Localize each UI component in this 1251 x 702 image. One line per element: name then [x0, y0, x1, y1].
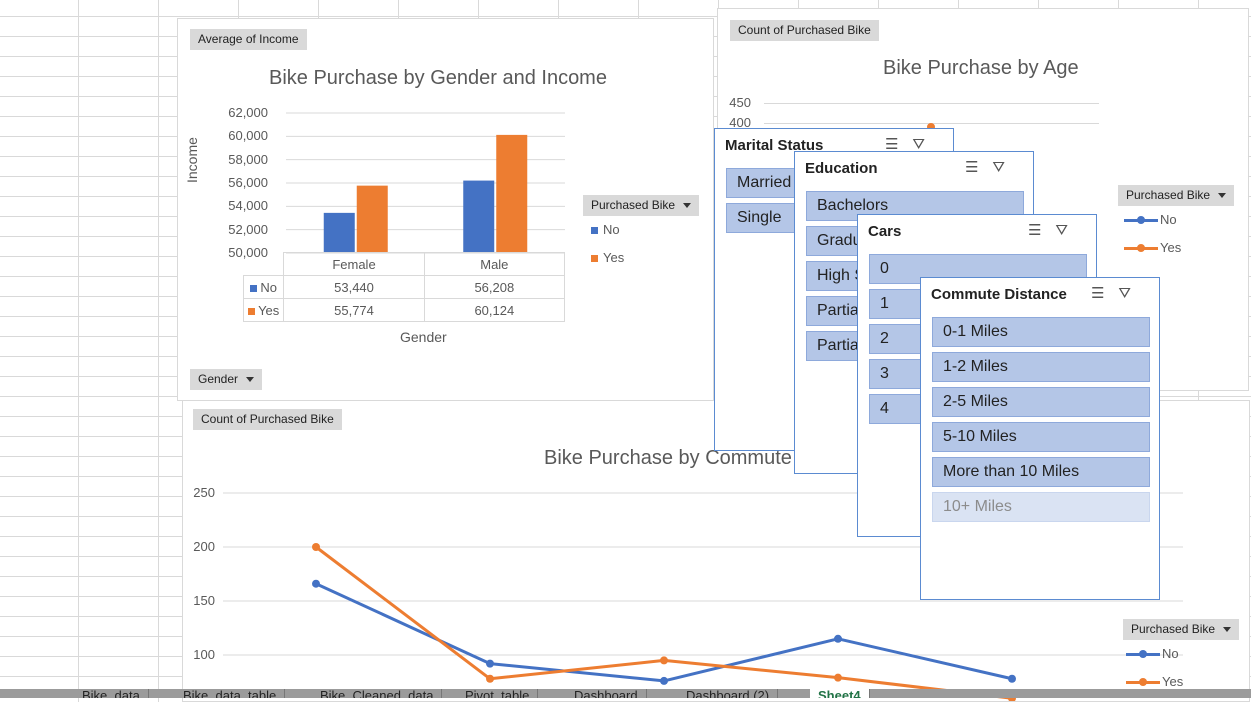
series-line-no: [315, 582, 1013, 683]
legend-button-label: Purchased Bike: [1131, 622, 1216, 636]
commute-distance-slicer[interactable]: Commute Distance ☰⛛ 0-1 Miles 1-2 Miles …: [920, 277, 1160, 600]
legend-label: No: [603, 222, 620, 237]
slicer-title: Cars: [868, 223, 902, 240]
legend-label: No: [1160, 212, 1177, 227]
gender-axis-button[interactable]: Gender: [190, 369, 263, 390]
data-point-yes: [834, 673, 842, 682]
chevron-down-icon: [1223, 627, 1232, 633]
tab-bike-data[interactable]: Bike_data: [74, 689, 149, 698]
slicer-item-10-plus-miles[interactable]: 10+ Miles: [932, 492, 1150, 522]
data-point-yes: [660, 656, 668, 665]
legend-item-no: No: [1124, 212, 1177, 227]
purchased-bike-legend-button[interactable]: Purchased Bike: [583, 195, 700, 216]
tab-dashboard-2[interactable]: Dashboard (2): [678, 689, 779, 698]
legend-label: Yes: [1160, 240, 1182, 255]
chevron-down-icon: [683, 203, 692, 209]
data-point-yes: [486, 674, 494, 683]
bar-yes-male: [496, 134, 528, 253]
count-of-purchased-bike-field-button[interactable]: Count of Purchased Bike: [730, 20, 879, 41]
purchased-bike-legend-button[interactable]: Purchased Bike: [1118, 185, 1235, 206]
table-cell: 55,774: [283, 298, 425, 322]
row-label-text: Yes: [258, 302, 280, 318]
legend-label: Yes: [1162, 674, 1184, 689]
chart-title: Bike Purchase by Age: [883, 57, 1079, 79]
data-point-no: [1008, 674, 1016, 683]
bar-no-female: [323, 212, 355, 253]
legend-label: Yes: [603, 250, 625, 265]
legend-item-no: No: [1126, 646, 1179, 661]
multi-select-icon[interactable]: ☰: [965, 159, 992, 176]
slicer-item-more-than-10-miles[interactable]: More than 10 Miles: [932, 457, 1150, 487]
tab-dashboard[interactable]: Dashboard: [566, 689, 647, 698]
gridline: [764, 103, 1099, 104]
multi-select-icon[interactable]: ☰: [1091, 285, 1118, 302]
clear-filter-icon[interactable]: ⛛: [1118, 285, 1145, 302]
row-label-yes: Yes: [242, 298, 285, 322]
tab-sheet4[interactable]: Sheet4: [810, 689, 870, 698]
bar-yes-female: [356, 185, 388, 253]
axis-button-label: Gender: [198, 372, 239, 386]
table-cell: 56,208: [423, 275, 566, 299]
slicer-item-5-10-miles[interactable]: 5-10 Miles: [932, 422, 1150, 452]
y-tick-label: 450: [729, 95, 751, 110]
table-row: Yes 55,774 60,124: [242, 298, 566, 322]
tab-bike-cleaned-data[interactable]: Bike_Cleaned_data: [312, 689, 443, 698]
data-point-yes: [312, 543, 320, 551]
slicer-title: Education: [805, 160, 878, 177]
legend-label: No: [1162, 646, 1179, 661]
slicer-header-icons: ☰⛛: [965, 158, 1019, 176]
series-line-yes: [315, 545, 1013, 700]
data-point-no: [834, 634, 842, 643]
legend-item-yes: Yes: [1124, 240, 1181, 255]
legend-item-yes: Yes: [1126, 674, 1183, 689]
data-point-no: [312, 579, 320, 588]
table-header-female: Female: [283, 252, 425, 276]
legend-item-yes: Yes: [591, 250, 624, 265]
clear-filter-icon[interactable]: ⛛: [992, 159, 1019, 176]
data-table: Female Male No 53,440 56,208 Yes 55,774 …: [242, 252, 566, 322]
clear-filter-icon[interactable]: ⛛: [1055, 222, 1082, 239]
chevron-down-icon: [246, 377, 255, 383]
slicer-item-2-5-miles[interactable]: 2-5 Miles: [932, 387, 1150, 417]
legend-button-label: Purchased Bike: [591, 198, 676, 212]
row-label-text: No: [260, 279, 277, 295]
slicer-item-1-2-miles[interactable]: 1-2 Miles: [932, 352, 1150, 382]
multi-select-icon[interactable]: ☰: [1028, 222, 1055, 239]
table-row: No 53,440 56,208: [242, 275, 566, 299]
chevron-down-icon: [1218, 193, 1227, 199]
data-point-no: [486, 659, 494, 668]
table-header-male: Male: [423, 252, 566, 276]
tab-bike-data-table[interactable]: Bike_data_table: [175, 689, 286, 698]
row-label-no: No: [242, 275, 285, 299]
table-cell: 60,124: [423, 298, 566, 322]
slicer-item-0-1-miles[interactable]: 0-1 Miles: [932, 317, 1150, 347]
purchased-bike-legend-button[interactable]: Purchased Bike: [1123, 619, 1240, 640]
legend-item-no: No: [591, 222, 620, 237]
slicer-header-icons: ☰⛛: [1028, 221, 1082, 239]
x-axis-label: Gender: [400, 329, 447, 345]
table-cell: 53,440: [283, 275, 425, 299]
slicer-header-icons: ☰⛛: [1091, 284, 1145, 302]
gender-income-chart[interactable]: Average of Income Bike Purchase by Gende…: [177, 18, 714, 401]
sheet-tab-bar: Bike_data Bike_data_table Bike_Cleaned_d…: [0, 689, 1251, 698]
legend-button-label: Purchased Bike: [1126, 188, 1211, 202]
slicer-title: Commute Distance: [931, 286, 1067, 303]
data-point-no: [660, 676, 668, 685]
bar-no-male: [463, 180, 495, 253]
tab-pivot-table[interactable]: Pivot_table: [457, 689, 539, 698]
